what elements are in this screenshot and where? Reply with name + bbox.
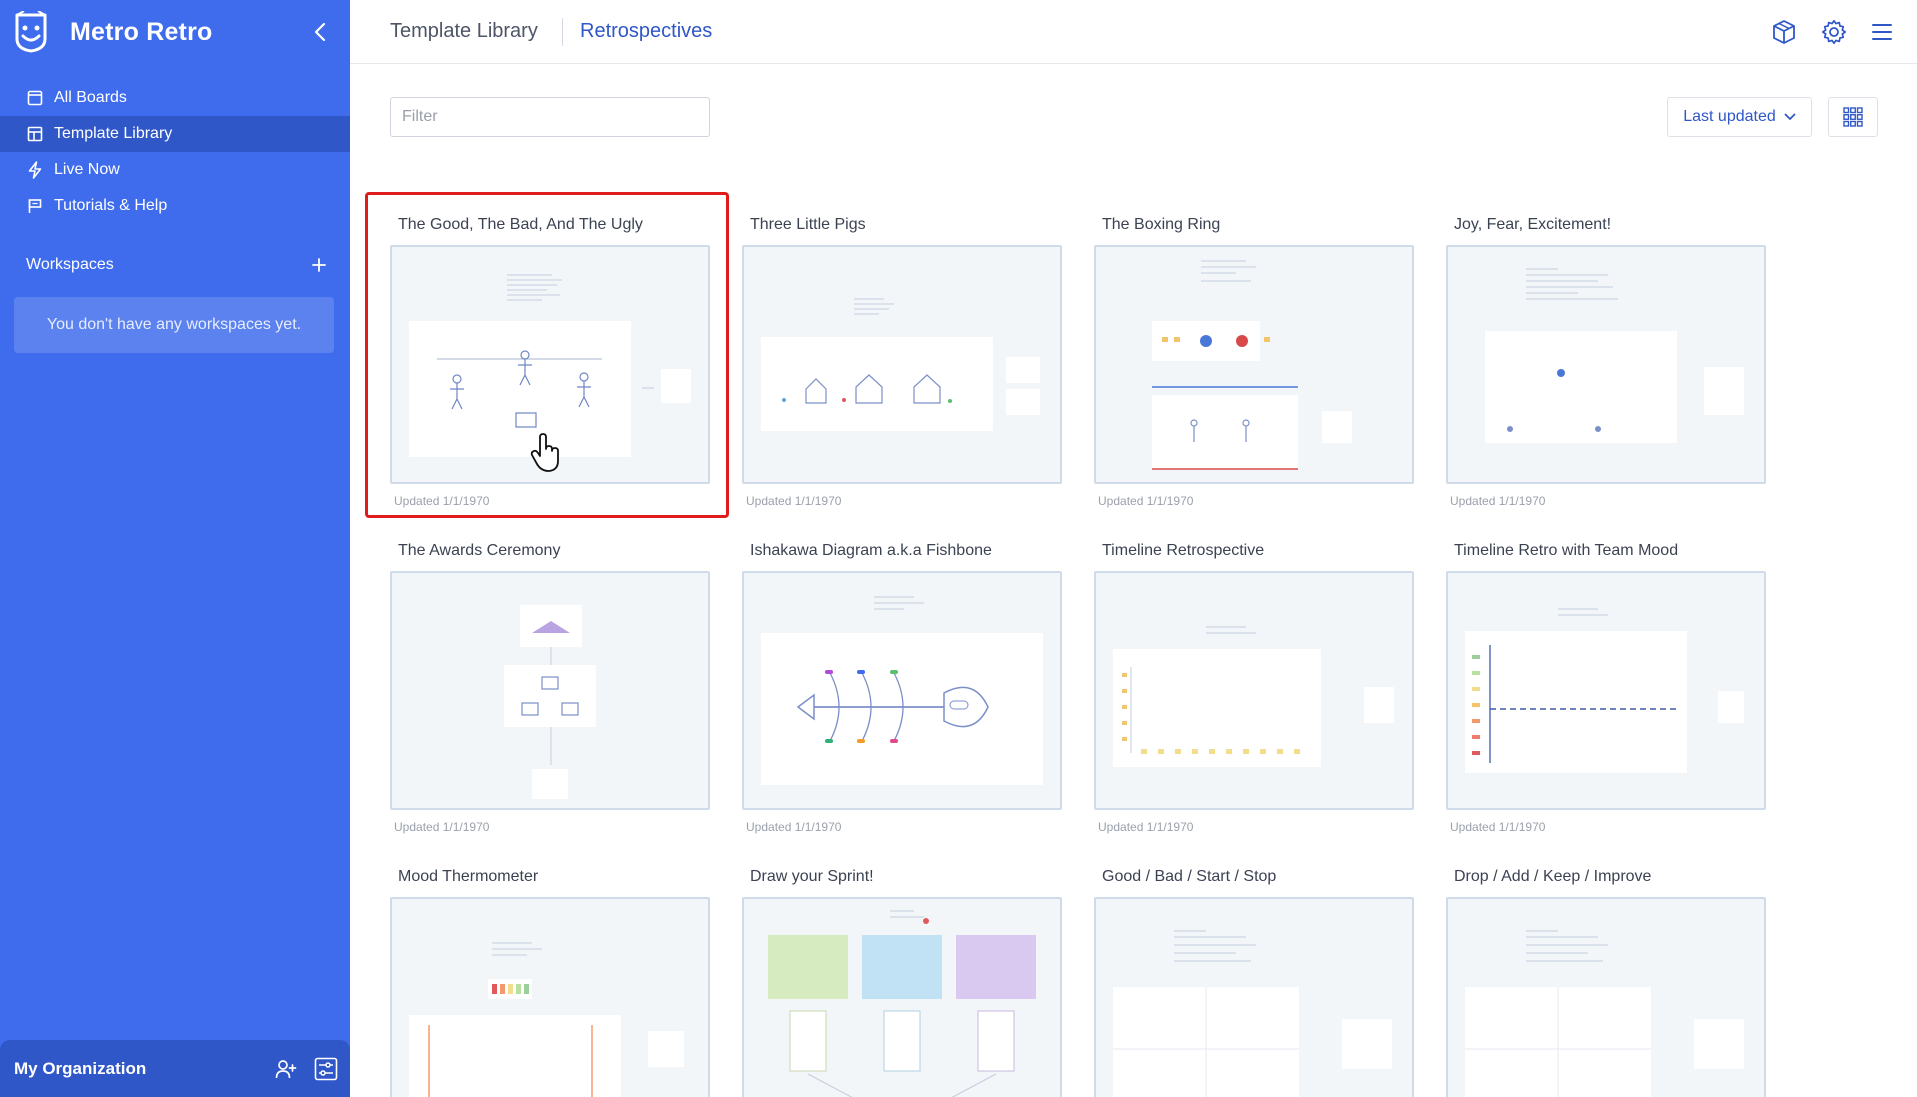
template-card[interactable]: Three Little Pigs Updated 1/1/1970 [742,216,1062,508]
sliders-icon [314,1057,338,1080]
template-updated: Updated 1/1/1970 [746,494,842,508]
organization-name[interactable]: My Organization [14,1059,270,1079]
sidebar-item-label: Template Library [54,125,173,142]
template-thumbnail[interactable] [1446,245,1766,484]
template-title: Mood Thermometer [398,868,539,885]
metro-retro-logo-icon [15,11,47,53]
template-title: Drop / Add / Keep / Improve [1454,868,1652,885]
sidebar-item-live-now[interactable]: Live Now [0,152,350,188]
thumbnail-preview [1113,930,1392,1097]
breadcrumb-template-library[interactable]: Template Library [390,20,538,43]
template-title: Good / Bad / Start / Stop [1102,868,1277,885]
template-updated: Updated 1/1/1970 [394,820,490,834]
template-title: Joy, Fear, Excitement! [1454,216,1612,233]
template-title: Ishakawa Diagram a.k.a Fishbone [750,542,992,559]
hamburger-icon[interactable] [1868,18,1896,46]
template-card[interactable]: The Boxing Ring Updated 1/1/1970 [1094,216,1414,508]
template-title: The Boxing Ring [1102,216,1221,233]
template-thumbnail[interactable] [1446,897,1766,1097]
thumbnail-preview [761,298,1040,431]
organization-bar: My Organization [0,1040,350,1097]
sort-dropdown[interactable]: Last updated [1667,97,1812,137]
template-updated: Updated 1/1/1970 [746,820,842,834]
workspaces-empty-message: You don't have any workspaces yet. [14,297,334,353]
top-header: Template Library Retrospectives [350,0,1917,64]
template-updated: Updated 1/1/1970 [1450,820,1546,834]
template-updated: Updated 1/1/1970 [1098,820,1194,834]
template-icon [26,125,44,143]
invite-user-button[interactable] [270,1053,302,1085]
thumbnail-preview [1465,930,1744,1097]
template-thumbnail[interactable] [390,571,710,810]
template-thumbnail[interactable] [1094,897,1414,1097]
template-thumbnail[interactable] [742,897,1062,1097]
add-user-icon [275,1059,297,1078]
sidebar-nav: All Boards Template Library Live Now Tut… [0,80,350,224]
chevron-left-icon [314,22,326,42]
add-workspace-button[interactable] [308,254,330,276]
collapse-sidebar-button[interactable] [308,18,332,46]
workspaces-label: Workspaces [26,256,114,273]
flag-icon [26,197,44,215]
thumbnail-preview [1465,608,1744,773]
template-thumbnail[interactable] [390,897,710,1097]
template-title: Timeline Retrospective [1102,542,1265,559]
template-thumbnail[interactable] [1094,571,1414,810]
breadcrumb-retrospectives[interactable]: Retrospectives [580,20,712,43]
filter-input[interactable] [390,97,710,137]
chevron-down-icon [1784,113,1796,120]
sidebar-item-label: Live Now [54,161,120,178]
template-card[interactable]: Mood Thermometer [390,868,710,1097]
sidebar-item-all-boards[interactable]: All Boards [0,80,350,116]
template-title: The Good, The Bad, And The Ugly [398,216,643,233]
template-card[interactable]: Drop / Add / Keep / Improve [1446,868,1766,1097]
template-updated: Updated 1/1/1970 [394,494,490,508]
sidebar-item-label: All Boards [54,89,127,106]
sidebar: Metro Retro All Boards Template Library … [0,0,350,1097]
box-icon[interactable] [1770,18,1798,46]
template-card[interactable]: Timeline Retro with Team Mood Updated 1/… [1446,542,1766,834]
plus-icon [312,258,326,272]
grid-icon [1843,107,1863,127]
template-card[interactable]: The Awards Ceremony Updated 1/1/1970 [390,542,710,834]
hand-pointer-cursor-icon [530,433,559,472]
sort-label: Last updated [1683,108,1776,125]
grid-view-button[interactable] [1828,97,1878,137]
template-card[interactable]: Draw your Sprint! [742,868,1062,1097]
thumbnail-preview [1113,626,1394,767]
brand-name: Metro Retro [70,17,213,46]
template-card[interactable]: Good / Bad / Start / Stop [1094,868,1414,1097]
template-title: Timeline Retro with Team Mood [1454,542,1679,559]
thumbnail-preview [1485,268,1744,443]
thumbnail-preview [409,942,684,1097]
brand[interactable]: Metro Retro [12,10,212,54]
template-card[interactable]: Joy, Fear, Excitement! Updated 1/1/1970 [1446,216,1766,508]
sidebar-item-template-library[interactable]: Template Library [0,116,350,152]
gear-icon[interactable] [1820,18,1848,46]
template-card[interactable]: Ishakawa Diagram a.k.a Fishbone Updated … [742,542,1062,834]
template-updated: Updated 1/1/1970 [1450,494,1546,508]
template-title: Three Little Pigs [750,216,866,233]
board-icon [26,89,44,107]
breadcrumb-divider [562,18,563,46]
template-updated: Updated 1/1/1970 [1098,494,1194,508]
organization-settings-button[interactable] [310,1053,342,1085]
sidebar-item-label: Tutorials & Help [54,197,168,214]
thumbnail-preview [1152,260,1352,470]
template-card[interactable]: The Good, The Bad, And The Ugly Updated … [390,216,710,508]
sidebar-item-tutorials-help[interactable]: Tutorials & Help [0,188,350,224]
thumbnail-preview [504,605,596,799]
template-title: The Awards Ceremony [398,542,561,559]
template-thumbnail[interactable] [1446,571,1766,810]
template-thumbnail[interactable] [742,245,1062,484]
template-thumbnail[interactable] [742,571,1062,810]
template-title: Draw your Sprint! [750,868,874,885]
lightning-icon [26,161,44,179]
template-thumbnail[interactable] [1094,245,1414,484]
workspaces-header: Workspaces [26,253,330,277]
thumbnail-preview [768,910,1036,1097]
template-card[interactable]: Timeline Retrospective Updated 1/1/1970 [1094,542,1414,834]
thumbnail-preview [761,596,1043,785]
